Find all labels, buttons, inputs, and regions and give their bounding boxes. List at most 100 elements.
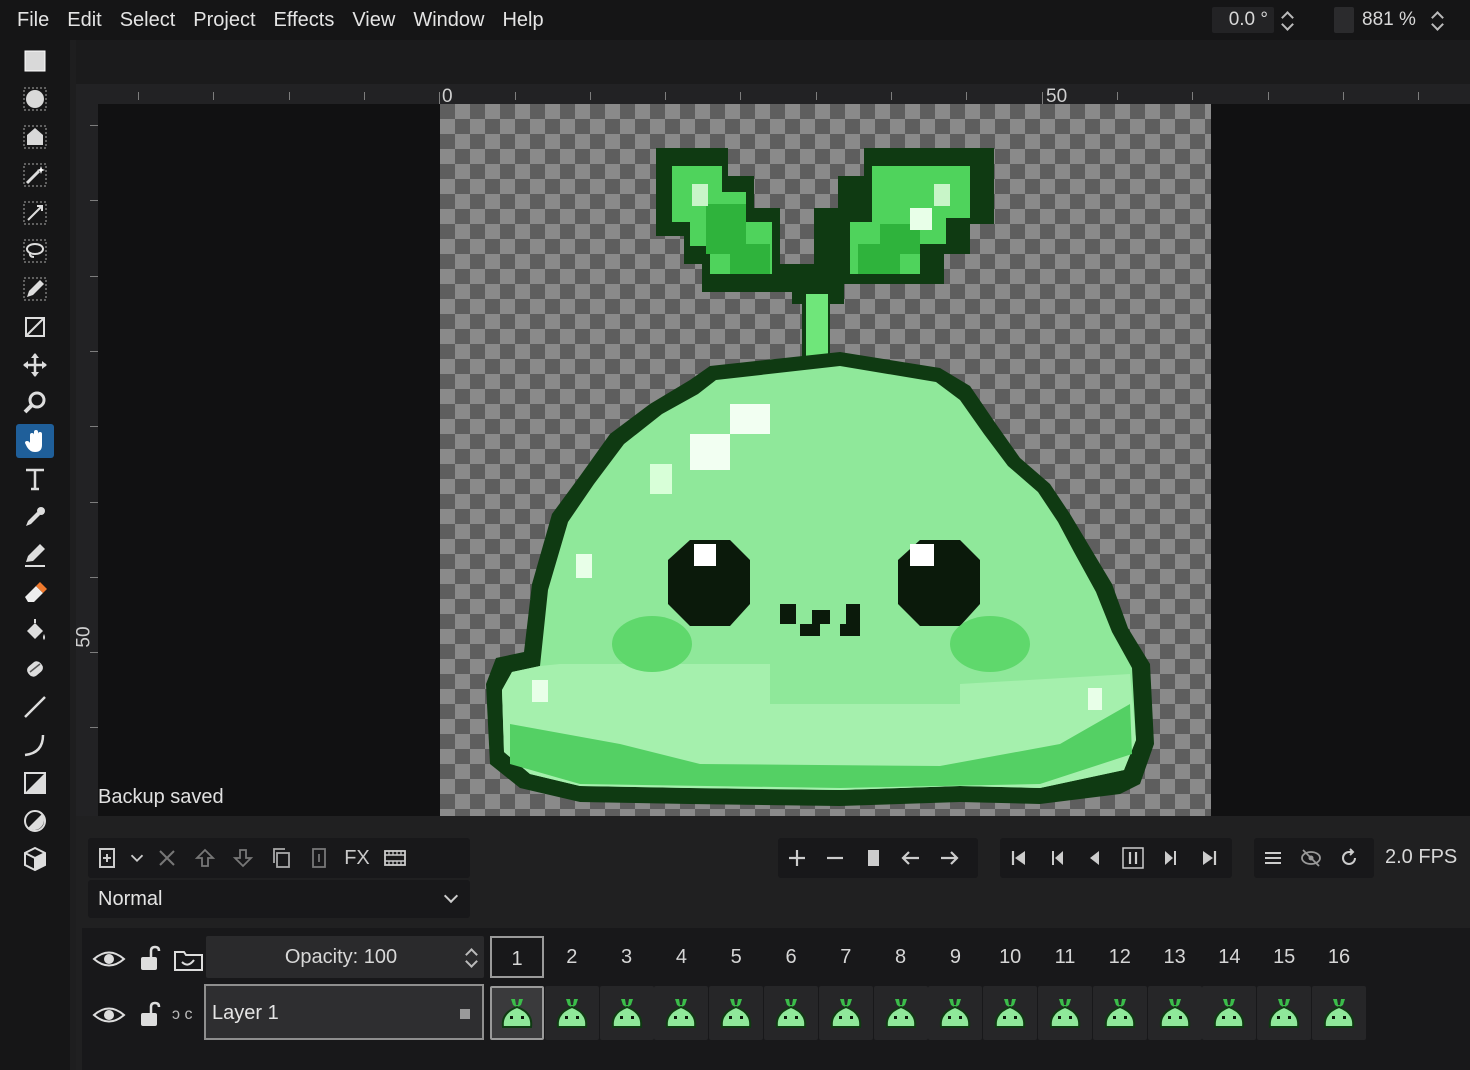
menu-view[interactable]: View [343, 0, 404, 40]
frame-number-4[interactable]: 4 [654, 936, 708, 978]
rectangle-select-icon[interactable] [16, 44, 54, 78]
frame-number-1[interactable]: 1 [490, 936, 544, 978]
menu-project[interactable]: Project [184, 0, 264, 40]
clone-layer-icon[interactable] [262, 841, 300, 875]
vertical-ruler[interactable] [76, 104, 98, 816]
clone-frame-icon[interactable] [854, 841, 892, 875]
horizontal-ruler[interactable] [76, 84, 1470, 104]
cel-frame-4[interactable] [654, 986, 709, 1040]
layer-options-icon[interactable] [460, 1009, 470, 1019]
frame-number-9[interactable]: 9 [928, 936, 982, 978]
menu-window[interactable]: Window [404, 0, 493, 40]
toggle-link-all-icon[interactable] [172, 944, 206, 974]
frame-number-14[interactable]: 14 [1202, 936, 1256, 978]
add-frame-icon[interactable] [778, 841, 816, 875]
timeline-menu-icon[interactable] [1254, 841, 1292, 875]
layer-lock-icon[interactable] [134, 1000, 168, 1030]
text-icon[interactable] [16, 462, 54, 496]
layer-visibility-icon[interactable] [92, 1002, 126, 1028]
move-layer-up-icon[interactable] [186, 841, 224, 875]
blend-mode-dropdown[interactable]: Normal [88, 880, 470, 918]
rotation-value[interactable]: 0.0 ° [1212, 7, 1274, 33]
opacity-field[interactable]: Opacity: 100 [206, 936, 484, 978]
cel-frame-8[interactable] [873, 986, 928, 1040]
add-layer-button[interactable] [88, 841, 126, 875]
move-layer-down-icon[interactable] [224, 841, 262, 875]
color-picker-icon[interactable] [16, 500, 54, 534]
menu-select[interactable]: Select [111, 0, 185, 40]
menu-edit[interactable]: Edit [58, 0, 110, 40]
color-select-icon[interactable] [16, 196, 54, 230]
rectangle-icon[interactable] [16, 766, 54, 800]
frame-number-11[interactable]: 11 [1038, 936, 1092, 978]
pan-icon[interactable] [16, 424, 54, 458]
move-icon[interactable] [16, 348, 54, 382]
cel-frame-11[interactable] [1038, 986, 1092, 1040]
zoom-stepper-icon[interactable] [1430, 9, 1444, 31]
curve-icon[interactable] [16, 728, 54, 762]
merge-layer-icon[interactable] [300, 841, 338, 875]
remove-frame-icon[interactable] [816, 841, 854, 875]
first-frame-icon[interactable] [1000, 841, 1038, 875]
frame-number-8[interactable]: 8 [874, 936, 928, 978]
pencil-select-icon[interactable] [16, 272, 54, 306]
cel-frame-9[interactable] [928, 986, 983, 1040]
frame-number-15[interactable]: 15 [1257, 936, 1311, 978]
rotation-field[interactable]: 0.0 ° [1212, 6, 1294, 34]
cel-frame-12[interactable] [1092, 986, 1147, 1040]
cel-frame-7[interactable] [818, 986, 873, 1040]
onion-skin-icon[interactable] [1292, 841, 1330, 875]
menu-effects[interactable]: Effects [265, 0, 344, 40]
bucket-icon[interactable] [16, 614, 54, 648]
cel-frame-10[interactable] [983, 986, 1038, 1040]
3d-shape-icon[interactable] [16, 842, 54, 876]
ellipse-icon[interactable] [16, 804, 54, 838]
frame-number-12[interactable]: 12 [1093, 936, 1147, 978]
layer-name[interactable]: Layer 1 [212, 1002, 279, 1025]
pencil-icon[interactable] [16, 538, 54, 572]
frame-number-2[interactable]: 2 [545, 936, 599, 978]
zoom-icon[interactable] [16, 386, 54, 420]
cel-frame-1[interactable] [490, 986, 544, 1040]
move-frame-left-icon[interactable] [892, 841, 930, 875]
play-backwards-icon[interactable] [1076, 841, 1114, 875]
polygon-select-icon[interactable] [16, 120, 54, 154]
sprite-canvas[interactable] [440, 104, 1211, 816]
crop-icon[interactable] [16, 310, 54, 344]
next-frame-icon[interactable] [1152, 841, 1190, 875]
frame-number-3[interactable]: 3 [600, 936, 654, 978]
menu-help[interactable]: Help [493, 0, 552, 40]
frame-number-6[interactable]: 6 [764, 936, 818, 978]
cel-frame-16[interactable] [1312, 986, 1366, 1040]
menu-file[interactable]: File [8, 0, 58, 40]
shading-icon[interactable] [16, 652, 54, 686]
delete-layer-icon[interactable] [148, 841, 186, 875]
frame-number-5[interactable]: 5 [709, 936, 763, 978]
zoom-field[interactable]: 881 % [1334, 6, 1444, 34]
last-frame-icon[interactable] [1190, 841, 1228, 875]
line-icon[interactable] [16, 690, 54, 724]
layer-1-row[interactable]: Layer 1 [204, 984, 484, 1040]
cel-frame-14[interactable] [1202, 986, 1257, 1040]
cel-frame-2[interactable] [544, 986, 599, 1040]
cel-frame-3[interactable] [599, 986, 654, 1040]
frame-number-13[interactable]: 13 [1148, 936, 1202, 978]
lasso-icon[interactable] [16, 234, 54, 268]
film-strip-icon[interactable] [376, 841, 414, 875]
cel-frame-6[interactable] [764, 986, 818, 1040]
cel-frame-15[interactable] [1257, 986, 1312, 1040]
loop-icon[interactable] [1330, 841, 1368, 875]
fx-button[interactable]: FX [338, 841, 376, 875]
zoom-value[interactable]: 881 % [1362, 9, 1416, 31]
frame-number-7[interactable]: 7 [819, 936, 873, 978]
layer-link-icon[interactable]: ↄ c [172, 1006, 192, 1024]
ellipse-select-icon[interactable] [16, 82, 54, 116]
toggle-lock-all-icon[interactable] [134, 944, 168, 974]
magic-wand-icon[interactable] [16, 158, 54, 192]
pause-icon[interactable] [1114, 841, 1152, 875]
rotation-stepper-icon[interactable] [1280, 9, 1294, 31]
toggle-visibility-all-icon[interactable] [92, 946, 126, 972]
previous-frame-icon[interactable] [1038, 841, 1076, 875]
frame-number-16[interactable]: 16 [1312, 936, 1366, 978]
eraser-icon[interactable] [16, 576, 54, 610]
